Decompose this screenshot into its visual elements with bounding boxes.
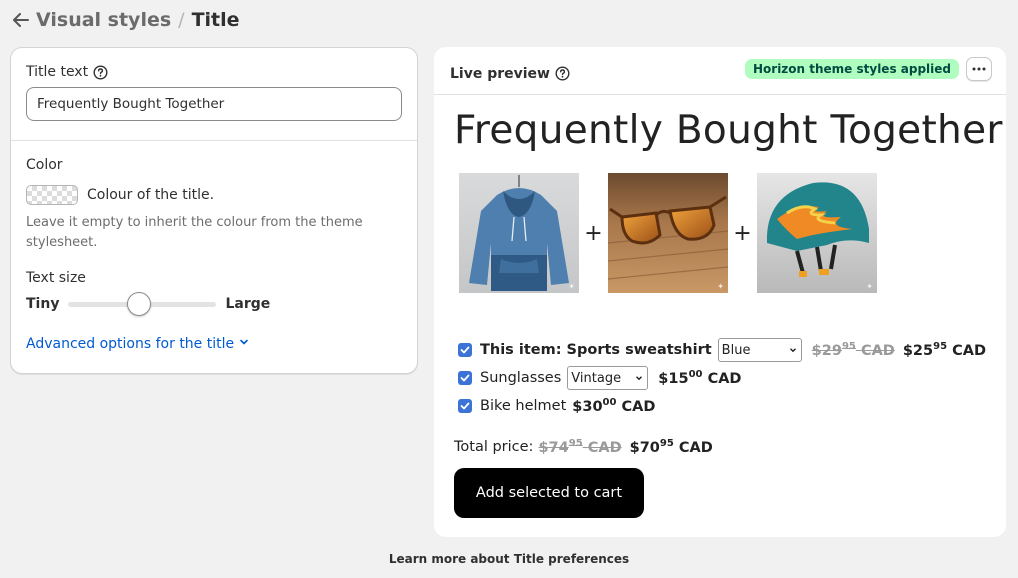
color-swatch-label: Colour of the title. xyxy=(87,187,215,203)
item-price: $3000 CAD xyxy=(572,397,655,415)
item-price: $2595 CAD xyxy=(903,341,986,359)
total-label: Total price: xyxy=(454,439,534,455)
total-old-main: $74 xyxy=(538,439,569,456)
list-item: This item: Sports sweatshirt Blue $2995 … xyxy=(454,336,986,364)
price-main: $15 xyxy=(658,370,689,387)
variant-select-value: Vintage xyxy=(571,370,622,386)
variant-select[interactable]: Blue xyxy=(717,338,802,362)
price-currency: CAD xyxy=(952,342,987,359)
item-checkbox[interactable] xyxy=(458,371,472,385)
total-old-price: $7495 CAD xyxy=(538,438,621,456)
color-swatch[interactable] xyxy=(26,185,78,205)
add-to-cart-button[interactable]: Add selected to cart xyxy=(454,468,644,518)
page-title: Title xyxy=(191,9,240,31)
advanced-options-label: Advanced options for the title xyxy=(26,336,235,352)
help-circle-icon[interactable] xyxy=(93,64,108,80)
variant-select[interactable]: Vintage xyxy=(567,366,649,390)
help-circle-icon[interactable] xyxy=(555,66,570,81)
preview-label: Live preview xyxy=(450,65,550,82)
list-item: Sunglasses Vintage $1500 CAD xyxy=(454,364,986,392)
fbt-title: Frequently Bought Together xyxy=(454,108,1003,153)
chevron-down-icon xyxy=(636,376,643,381)
item-checkbox[interactable] xyxy=(458,399,472,413)
title-text-label-row: Title text xyxy=(26,64,402,80)
plus-sign: + xyxy=(584,220,603,246)
color-help-text: Leave it empty to inherit the colour fro… xyxy=(26,215,363,250)
old-price-cents: 95 xyxy=(841,341,856,353)
price-cents: 00 xyxy=(602,397,617,409)
sweatshirt-image[interactable]: ✦ xyxy=(459,173,579,293)
total-new-cents: 95 xyxy=(659,438,674,450)
advanced-options-link[interactable]: Advanced options for the title xyxy=(26,336,402,352)
price-currency: CAD xyxy=(707,370,742,387)
slider-min-label: Tiny xyxy=(26,296,60,312)
ellipsis-icon xyxy=(972,67,986,70)
item-name: This item: Sports sweatshirt xyxy=(480,342,712,358)
color-label: Color xyxy=(26,157,63,173)
price-main: $30 xyxy=(572,398,603,415)
theme-status-badge: Horizon theme styles applied xyxy=(744,58,959,79)
item-checkbox[interactable] xyxy=(458,343,472,357)
more-actions-button[interactable] xyxy=(966,56,992,81)
slider-max-label: Large xyxy=(225,296,271,312)
total-price-row: Total price: $7495 CAD $7095 CAD xyxy=(454,434,986,460)
slider-thumb[interactable] xyxy=(127,291,152,316)
back-arrow-icon[interactable] xyxy=(12,11,30,29)
chevron-down-icon xyxy=(238,336,250,352)
total-old-currency: CAD xyxy=(587,439,622,456)
price-cents: 95 xyxy=(933,341,948,353)
page-header: Visual styles / Title xyxy=(12,8,240,32)
helmet-image[interactable]: ✦ xyxy=(757,173,877,293)
price-currency: CAD xyxy=(621,398,656,415)
preview-body: Frequently Bought Together ✦ + ✦ + ✦ Thi… xyxy=(434,108,1006,518)
old-price-main: $29 xyxy=(811,342,842,359)
item-name: Bike helmet xyxy=(480,398,567,414)
text-size-label: Text size xyxy=(26,270,86,286)
sunglasses-image[interactable]: ✦ xyxy=(608,173,728,293)
item-list: This item: Sports sweatshirt Blue $2995 … xyxy=(454,336,986,420)
text-size-slider-row: Tiny Large xyxy=(26,291,402,316)
preview-header: Live preview Horizon theme styles applie… xyxy=(434,47,1006,95)
text-size-slider[interactable] xyxy=(68,291,217,316)
price-cents: 00 xyxy=(688,369,703,381)
item-old-price: $2995 CAD xyxy=(812,341,895,359)
total-old-cents: 95 xyxy=(568,438,583,450)
title-text-input[interactable] xyxy=(26,87,402,121)
preview-header-actions: Horizon theme styles applied xyxy=(744,56,992,81)
breadcrumb-separator: / xyxy=(178,9,185,31)
variant-select-value: Blue xyxy=(721,342,751,358)
title-text-section: Title text xyxy=(11,48,417,141)
total-new-currency: CAD xyxy=(678,439,713,456)
live-preview-card: Live preview Horizon theme styles applie… xyxy=(434,47,1006,537)
preview-title-row: Live preview xyxy=(450,66,570,82)
style-section: Color Colour of the title. Leave it empt… xyxy=(11,141,417,352)
item-price: $1500 CAD xyxy=(658,369,741,387)
chevron-down-icon xyxy=(789,348,796,353)
old-price-currency: CAD xyxy=(860,342,895,359)
plus-sign: + xyxy=(733,220,752,246)
sparkle-icon: ✦ xyxy=(866,282,873,291)
list-item: Bike helmet $3000 CAD xyxy=(454,392,986,420)
total-new-price: $7095 CAD xyxy=(630,438,713,456)
product-images-row: ✦ + ✦ + ✦ xyxy=(459,173,986,293)
breadcrumb-parent[interactable]: Visual styles xyxy=(36,9,171,31)
sparkle-icon: ✦ xyxy=(717,282,724,291)
settings-card: Title text Color Colour of the title. Le… xyxy=(10,47,418,374)
total-new-main: $70 xyxy=(629,439,660,456)
price-main: $25 xyxy=(902,342,934,359)
item-name: Sunglasses xyxy=(480,370,562,386)
learn-more-footer[interactable]: Learn more about Title preferences xyxy=(0,552,1018,566)
color-row: Colour of the title. xyxy=(26,185,402,205)
sparkle-icon: ✦ xyxy=(568,282,575,291)
title-text-label: Title text xyxy=(26,64,89,80)
